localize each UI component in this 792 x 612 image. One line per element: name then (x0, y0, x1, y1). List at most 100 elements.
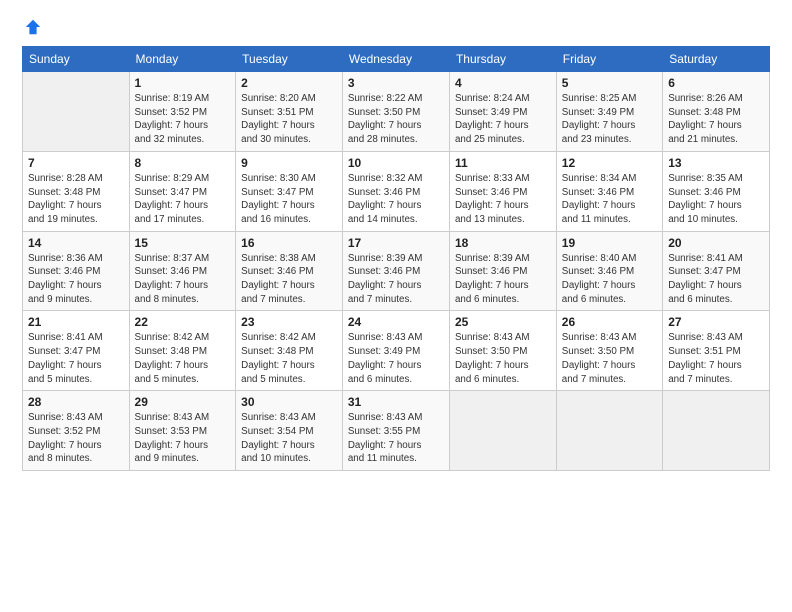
day-of-week-header: Friday (556, 47, 662, 72)
calendar-cell: 7 Sunrise: 8:28 AMSunset: 3:48 PMDaylight… (23, 151, 130, 231)
cell-info: Sunrise: 8:43 AMSunset: 3:53 PMDaylight:… (135, 411, 231, 466)
calendar-cell: 30Sunrise: 8:43 AMSunset: 3:54 PMDayligh… (236, 391, 343, 471)
calendar: SundayMondayTuesdayWednesdayThursdayFrid… (22, 46, 770, 471)
day-number: 28 (28, 395, 124, 409)
cell-info: Sunrise: 8:42 AMSunset: 3:48 PMDaylight:… (135, 331, 231, 386)
cell-info: Sunrise: 8:41 AMSunset: 3:47 PMDaylight:… (28, 331, 124, 386)
cell-info: Sunrise: 8:43 AMSunset: 3:50 PMDaylight:… (562, 331, 657, 386)
day-number: 14 (28, 236, 124, 250)
calendar-cell: 24 Sunrise: 8:43 AMSunset: 3:49 PMDayligh… (342, 311, 449, 391)
day-number: 1 (135, 76, 231, 90)
day-number: 6 (668, 76, 764, 90)
day-number: 5 (562, 76, 657, 90)
calendar-cell (23, 72, 130, 152)
cell-info: Sunrise: 8:20 AMSunset: 3:51 PMDaylight:… (241, 92, 337, 147)
day-number: 23 (241, 315, 337, 329)
cell-info: Sunrise: 8:24 AMSunset: 3:49 PMDaylight:… (455, 92, 551, 147)
calendar-cell: 12Sunrise: 8:34 AMSunset: 3:46 PMDayligh… (556, 151, 662, 231)
logo (22, 18, 42, 36)
cell-info: Sunrise: 8:22 AMSunset: 3:50 PMDaylight:… (348, 92, 444, 147)
cell-info: Sunrise: 8:43 AMSunset: 3:55 PMDaylight:… (348, 411, 444, 466)
calendar-cell: 20 Sunrise: 8:41 AMSunset: 3:47 PMDayligh… (663, 231, 770, 311)
day-number: 29 (135, 395, 231, 409)
day-number: 27 (668, 315, 764, 329)
header (22, 18, 770, 36)
calendar-cell: 4 Sunrise: 8:24 AMSunset: 3:49 PMDaylight… (449, 72, 556, 152)
day-number: 7 (28, 156, 124, 170)
calendar-cell (663, 391, 770, 471)
day-of-week-header: Monday (129, 47, 236, 72)
logo-icon (24, 18, 42, 36)
cell-info: Sunrise: 8:37 AMSunset: 3:46 PMDaylight:… (135, 252, 231, 307)
cell-info: Sunrise: 8:34 AMSunset: 3:46 PMDaylight:… (562, 172, 657, 227)
calendar-cell: 23 Sunrise: 8:42 AMSunset: 3:48 PMDayligh… (236, 311, 343, 391)
calendar-cell: 9 Sunrise: 8:30 AMSunset: 3:47 PMDaylight… (236, 151, 343, 231)
cell-info: Sunrise: 8:25 AMSunset: 3:49 PMDaylight:… (562, 92, 657, 147)
calendar-cell: 2Sunrise: 8:20 AMSunset: 3:51 PMDaylight… (236, 72, 343, 152)
calendar-cell: 27Sunrise: 8:43 AMSunset: 3:51 PMDayligh… (663, 311, 770, 391)
day-number: 18 (455, 236, 551, 250)
day-number: 3 (348, 76, 444, 90)
calendar-cell (449, 391, 556, 471)
day-number: 9 (241, 156, 337, 170)
day-number: 4 (455, 76, 551, 90)
day-number: 22 (135, 315, 231, 329)
cell-info: Sunrise: 8:43 AMSunset: 3:50 PMDaylight:… (455, 331, 551, 386)
day-number: 31 (348, 395, 444, 409)
calendar-cell: 10 Sunrise: 8:32 AMSunset: 3:46 PMDayligh… (342, 151, 449, 231)
calendar-cell: 14Sunrise: 8:36 AMSunset: 3:46 PMDayligh… (23, 231, 130, 311)
cell-info: Sunrise: 8:33 AMSunset: 3:46 PMDaylight:… (455, 172, 551, 227)
cell-info: Sunrise: 8:42 AMSunset: 3:48 PMDaylight:… (241, 331, 337, 386)
cell-info: Sunrise: 8:41 AMSunset: 3:47 PMDaylight:… (668, 252, 764, 307)
day-number: 25 (455, 315, 551, 329)
day-number: 8 (135, 156, 231, 170)
calendar-cell: 22 Sunrise: 8:42 AMSunset: 3:48 PMDayligh… (129, 311, 236, 391)
cell-info: Sunrise: 8:39 AMSunset: 3:46 PMDaylight:… (455, 252, 551, 307)
calendar-week-row: 21 Sunrise: 8:41 AMSunset: 3:47 PMDayligh… (23, 311, 770, 391)
cell-info: Sunrise: 8:28 AMSunset: 3:48 PMDaylight:… (28, 172, 124, 227)
cell-info: Sunrise: 8:35 AMSunset: 3:46 PMDaylight:… (668, 172, 764, 227)
day-number: 16 (241, 236, 337, 250)
day-of-week-header: Wednesday (342, 47, 449, 72)
calendar-cell: 17 Sunrise: 8:39 AMSunset: 3:46 PMDayligh… (342, 231, 449, 311)
day-number: 20 (668, 236, 764, 250)
day-number: 17 (348, 236, 444, 250)
calendar-cell: 6Sunrise: 8:26 AMSunset: 3:48 PMDaylight… (663, 72, 770, 152)
cell-info: Sunrise: 8:30 AMSunset: 3:47 PMDaylight:… (241, 172, 337, 227)
calendar-cell: 31 Sunrise: 8:43 AMSunset: 3:55 PMDayligh… (342, 391, 449, 471)
calendar-week-row: 14Sunrise: 8:36 AMSunset: 3:46 PMDayligh… (23, 231, 770, 311)
calendar-cell: 21 Sunrise: 8:41 AMSunset: 3:47 PMDayligh… (23, 311, 130, 391)
calendar-cell (556, 391, 662, 471)
calendar-cell: 18 Sunrise: 8:39 AMSunset: 3:46 PMDayligh… (449, 231, 556, 311)
day-number: 15 (135, 236, 231, 250)
day-number: 11 (455, 156, 551, 170)
calendar-cell: 26 Sunrise: 8:43 AMSunset: 3:50 PMDayligh… (556, 311, 662, 391)
day-number: 24 (348, 315, 444, 329)
day-of-week-header: Saturday (663, 47, 770, 72)
cell-info: Sunrise: 8:29 AMSunset: 3:47 PMDaylight:… (135, 172, 231, 227)
cell-info: Sunrise: 8:39 AMSunset: 3:46 PMDaylight:… (348, 252, 444, 307)
cell-info: Sunrise: 8:43 AMSunset: 3:49 PMDaylight:… (348, 331, 444, 386)
day-number: 19 (562, 236, 657, 250)
calendar-week-row: 28 Sunrise: 8:43 AMSunset: 3:52 PMDayligh… (23, 391, 770, 471)
day-number: 13 (668, 156, 764, 170)
cell-info: Sunrise: 8:43 AMSunset: 3:54 PMDaylight:… (241, 411, 337, 466)
calendar-week-row: 1 Sunrise: 8:19 AMSunset: 3:52 PMDaylight… (23, 72, 770, 152)
calendar-cell: 3 Sunrise: 8:22 AMSunset: 3:50 PMDaylight… (342, 72, 449, 152)
day-number: 10 (348, 156, 444, 170)
day-of-week-header: Sunday (23, 47, 130, 72)
cell-info: Sunrise: 8:32 AMSunset: 3:46 PMDaylight:… (348, 172, 444, 227)
page: SundayMondayTuesdayWednesdayThursdayFrid… (0, 0, 792, 612)
calendar-cell: 5 Sunrise: 8:25 AMSunset: 3:49 PMDaylight… (556, 72, 662, 152)
day-number: 26 (562, 315, 657, 329)
calendar-cell: 28 Sunrise: 8:43 AMSunset: 3:52 PMDayligh… (23, 391, 130, 471)
cell-info: Sunrise: 8:19 AMSunset: 3:52 PMDaylight:… (135, 92, 231, 147)
day-of-week-header: Tuesday (236, 47, 343, 72)
day-number: 21 (28, 315, 124, 329)
calendar-cell: 1 Sunrise: 8:19 AMSunset: 3:52 PMDaylight… (129, 72, 236, 152)
day-of-week-header: Thursday (449, 47, 556, 72)
calendar-cell: 11 Sunrise: 8:33 AMSunset: 3:46 PMDayligh… (449, 151, 556, 231)
cell-info: Sunrise: 8:43 AMSunset: 3:52 PMDaylight:… (28, 411, 124, 466)
cell-info: Sunrise: 8:40 AMSunset: 3:46 PMDaylight:… (562, 252, 657, 307)
calendar-cell: 19 Sunrise: 8:40 AMSunset: 3:46 PMDayligh… (556, 231, 662, 311)
